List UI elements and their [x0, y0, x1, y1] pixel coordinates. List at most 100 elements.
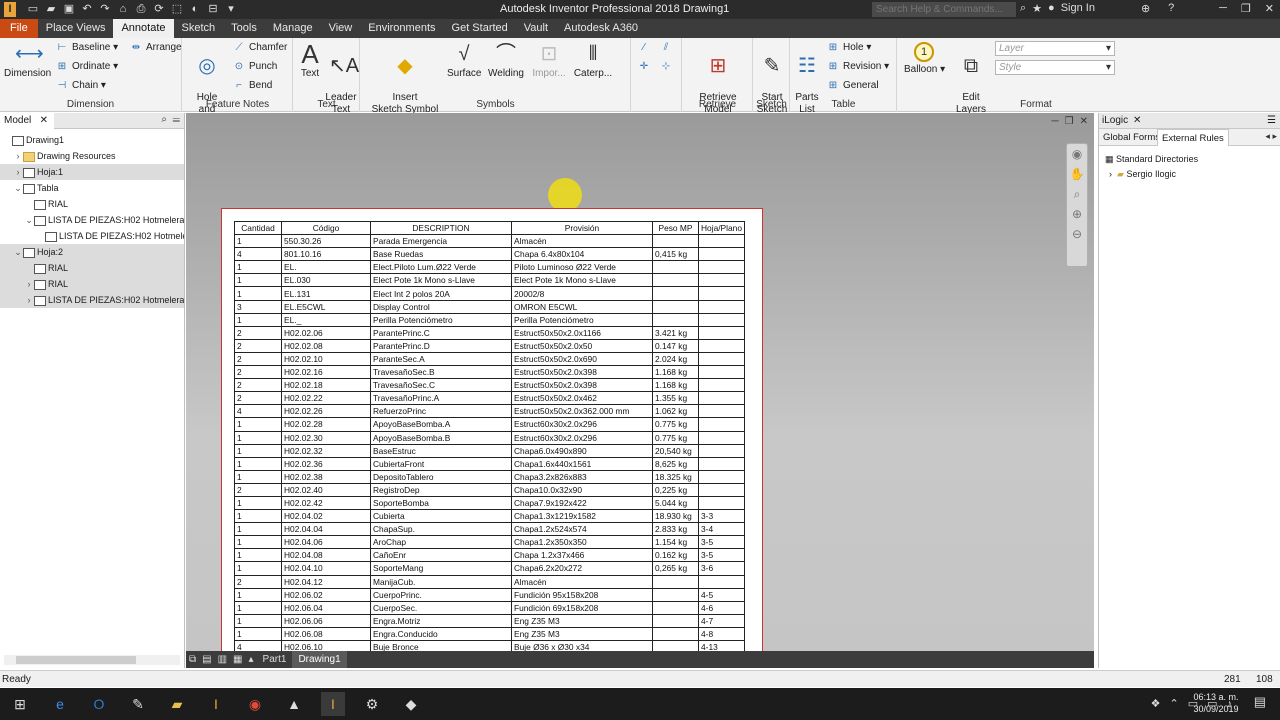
home-icon[interactable]: ⌂ [116, 2, 130, 16]
table-row[interactable]: 2 H02.02.16 TravesañoSec.B Estruct50x50x2.0… [234, 365, 745, 380]
update-icon[interactable]: ⟳ [152, 2, 166, 16]
table-row[interactable]: 1 H02.06.06 Engra.Motriz Eng Z35 M3 4-7 [234, 613, 745, 628]
browser-scrollbar[interactable] [4, 655, 180, 665]
browser-item[interactable]: › LISTA DE PIEZAS:H02 Hotmelera.iam [0, 292, 184, 308]
chain-button[interactable]: ⊣ Chain ▾ [56, 79, 106, 93]
file-explorer-icon[interactable]: ▰ [165, 692, 189, 716]
centerline-icon[interactable]: ⁄ [638, 41, 654, 55]
tool-icon[interactable]: ⚙ [360, 692, 384, 716]
search-icon[interactable]: ⌕ [161, 114, 167, 125]
close-button[interactable]: ✕ [1265, 2, 1274, 15]
tab-tools[interactable]: Tools [223, 19, 265, 38]
parts-list-table[interactable]: Cantidad Código DESCRIPTION Provisión Peso M… [234, 220, 745, 655]
balloon-button[interactable]: 1 Balloon ▾ [904, 42, 945, 76]
table-row[interactable]: 1 H02.06.02 CuerpoPrinc. Fundición 95x158x2… [234, 587, 745, 602]
paint-icon[interactable]: ✎ [126, 692, 150, 716]
steering-wheel-icon[interactable]: ◉ [1067, 144, 1087, 164]
cart-icon[interactable]: ⊕ [1141, 2, 1150, 15]
browser-item[interactable]: ⌄ Tabla [0, 180, 184, 196]
expand-toggle-icon[interactable]: ⌄ [13, 180, 23, 196]
tab-external-rules[interactable]: External Rules [1157, 129, 1229, 146]
browser-item[interactable]: › Drawing Resources [0, 148, 184, 164]
style-select[interactable]: Style [995, 60, 1115, 75]
minimize-button[interactable]: ─ [1219, 2, 1227, 15]
surface-button[interactable]: √ Surface [447, 42, 481, 80]
tab-annotate[interactable]: Annotate [113, 19, 174, 38]
table-row[interactable]: 1 H02.04.04 ChapaSup. Chapa1.2x524x574 2.83… [234, 522, 745, 537]
arrange-vertical-icon[interactable]: ▦ [233, 654, 242, 665]
tab-place-views[interactable]: Place Views [38, 19, 114, 38]
table-row[interactable]: 1 H02.04.02 Cubierta Chapa1.3x1219x1582 18.… [234, 509, 745, 524]
chevron-right-icon[interactable]: › [1109, 169, 1112, 179]
help-search-input[interactable] [872, 2, 1016, 17]
menu-icon[interactable]: ☰ [173, 114, 181, 125]
import-button[interactable]: ⊡ Impor... [531, 42, 567, 80]
table-row[interactable]: 1 H02.02.36 CubiertaFront Chapa1.6x440x156… [234, 456, 745, 471]
browser-tab-model[interactable]: Model ✕ [0, 113, 54, 129]
measure-icon[interactable]: ⊟ [206, 2, 220, 16]
notification-icon[interactable]: ▤ [1254, 694, 1266, 710]
table-row[interactable]: 2 H02.02.22 TravesañoPrinc.A Estruct50x50x2… [234, 391, 745, 406]
general-table-button[interactable]: ⊞ General [827, 79, 879, 93]
table-row[interactable]: 1 EL.030 Elect Pote 1k Mono s-Llave Elect P… [234, 273, 745, 288]
tab-get-started[interactable]: Get Started [444, 19, 516, 38]
new-icon[interactable]: ▭ [26, 2, 40, 16]
doc-tab-part1[interactable]: Part1 [257, 651, 293, 668]
edge-icon[interactable]: e [48, 692, 72, 716]
caterpillar-button[interactable]: ⦀ Caterp... [573, 42, 613, 80]
chrome-icon[interactable]: ◉ [243, 692, 267, 716]
baseline-button[interactable]: ⊢ Baseline ▾ [56, 41, 119, 55]
browser-item[interactable]: › RIAL [0, 276, 184, 292]
expand-toggle-icon[interactable]: ⌄ [24, 212, 34, 228]
zoom-all-icon[interactable]: ⊕ [1067, 204, 1087, 224]
zoom-icon[interactable]: ⌕ [1067, 184, 1087, 204]
zoom-window-icon[interactable]: ⊖ [1067, 224, 1087, 244]
browser-item[interactable]: Drawing1 [0, 132, 184, 148]
expand-toggle-icon[interactable]: › [13, 148, 23, 164]
revision-table-button[interactable]: ⊞ Revision ▾ [827, 60, 889, 74]
table-row[interactable]: 2 H02.02.08 ParantePrinc.D Estruct50x50x2.0… [234, 338, 745, 353]
canvas-restore-button[interactable]: ❐ [1065, 116, 1074, 127]
open-icon[interactable]: ▰ [44, 2, 58, 16]
outlook-icon[interactable]: O [87, 692, 111, 716]
table-row[interactable]: 1 H02.02.28 ApoyoBaseBomba.A Estruct60x30x2… [234, 417, 745, 432]
inventor-active-icon[interactable]: I [321, 692, 345, 716]
print-icon[interactable]: ⎙ [134, 2, 148, 16]
pan-icon[interactable]: ✋ [1067, 164, 1087, 184]
tray-up-icon[interactable]: ⌃ [1169, 692, 1178, 716]
tab-manage[interactable]: Manage [265, 19, 321, 38]
table-row[interactable]: 2 H02.02.40 RegistroDep Chapa10.0x32x90 0,2… [234, 482, 745, 497]
tab-autodesk-a360[interactable]: Autodesk A360 [556, 19, 646, 38]
expand-toggle-icon[interactable]: › [24, 276, 34, 292]
close-icon[interactable]: ✕ [40, 113, 48, 129]
hole-table-button[interactable]: ⊞ Hole ▾ [827, 41, 872, 55]
table-row[interactable]: 1 EL._ Perilla Potenciómetro Perilla Potenc… [234, 312, 745, 327]
taskbar-clock[interactable]: 06:13 a. m. 30/09/2019 [1192, 691, 1240, 715]
table-row[interactable]: 2 H02.02.06 ParantePrinc.C Estruct50x50x2.0… [234, 325, 745, 340]
tab-environments[interactable]: Environments [360, 19, 443, 38]
table-row[interactable]: 1 H02.02.38 DepositoTablero Chapa3.2x826x8… [234, 469, 745, 484]
ordinate-button[interactable]: ⊞ Ordinate ▾ [56, 60, 118, 74]
text-button[interactable]: A Text [297, 41, 323, 80]
tab-global-forms[interactable]: Global Forms [1099, 129, 1164, 146]
search-icon[interactable]: ⌕ [1020, 2, 1026, 15]
layer-select[interactable]: Layer [995, 41, 1115, 56]
table-row[interactable]: 1 H02.02.30 ApoyoBaseBomba.B Estruct60x30x2… [234, 430, 745, 445]
menu-icon[interactable]: ☰ [1267, 113, 1276, 129]
tab-file[interactable]: File [0, 19, 38, 38]
tab-vault[interactable]: Vault [516, 19, 556, 38]
drawing-sheet[interactable]: Cantidad Código DESCRIPTION Provisión Peso M… [221, 208, 763, 658]
bend-button[interactable]: ⌐ Bend [233, 79, 272, 93]
document-menu-icon[interactable]: ▴ [249, 654, 254, 665]
arrange-button[interactable]: ⇹ Arrange [130, 41, 182, 55]
table-row[interactable]: 1 H02.06.08 Engra.Conducido Eng Z35 M3 4-8 [234, 626, 745, 642]
tree-item-sergio-ilogic[interactable]: › ▰ Sergio Ilogic [1109, 167, 1176, 181]
sign-in-link[interactable]: Sign In [1061, 2, 1095, 15]
browser-item[interactable]: ⌄ Hoja:2 [0, 244, 184, 260]
star-icon[interactable]: ★ [1032, 2, 1042, 15]
select-icon[interactable]: ⬚ [170, 2, 184, 16]
table-row[interactable]: 2 H02.02.18 TravesañoSec.C Estruct50x50x2.0… [234, 378, 745, 393]
table-row[interactable]: 1 H02.02.32 BaseEstruc Chapa6.0x490x890 20,… [234, 443, 745, 458]
table-row[interactable]: 1 EL.131 Elect Int 2 polos 20A 20002/8 [234, 286, 745, 301]
table-row[interactable]: 1 H02.04.08 CañoEnr Chapa 1.2x37x466 0.162 k… [234, 548, 745, 563]
